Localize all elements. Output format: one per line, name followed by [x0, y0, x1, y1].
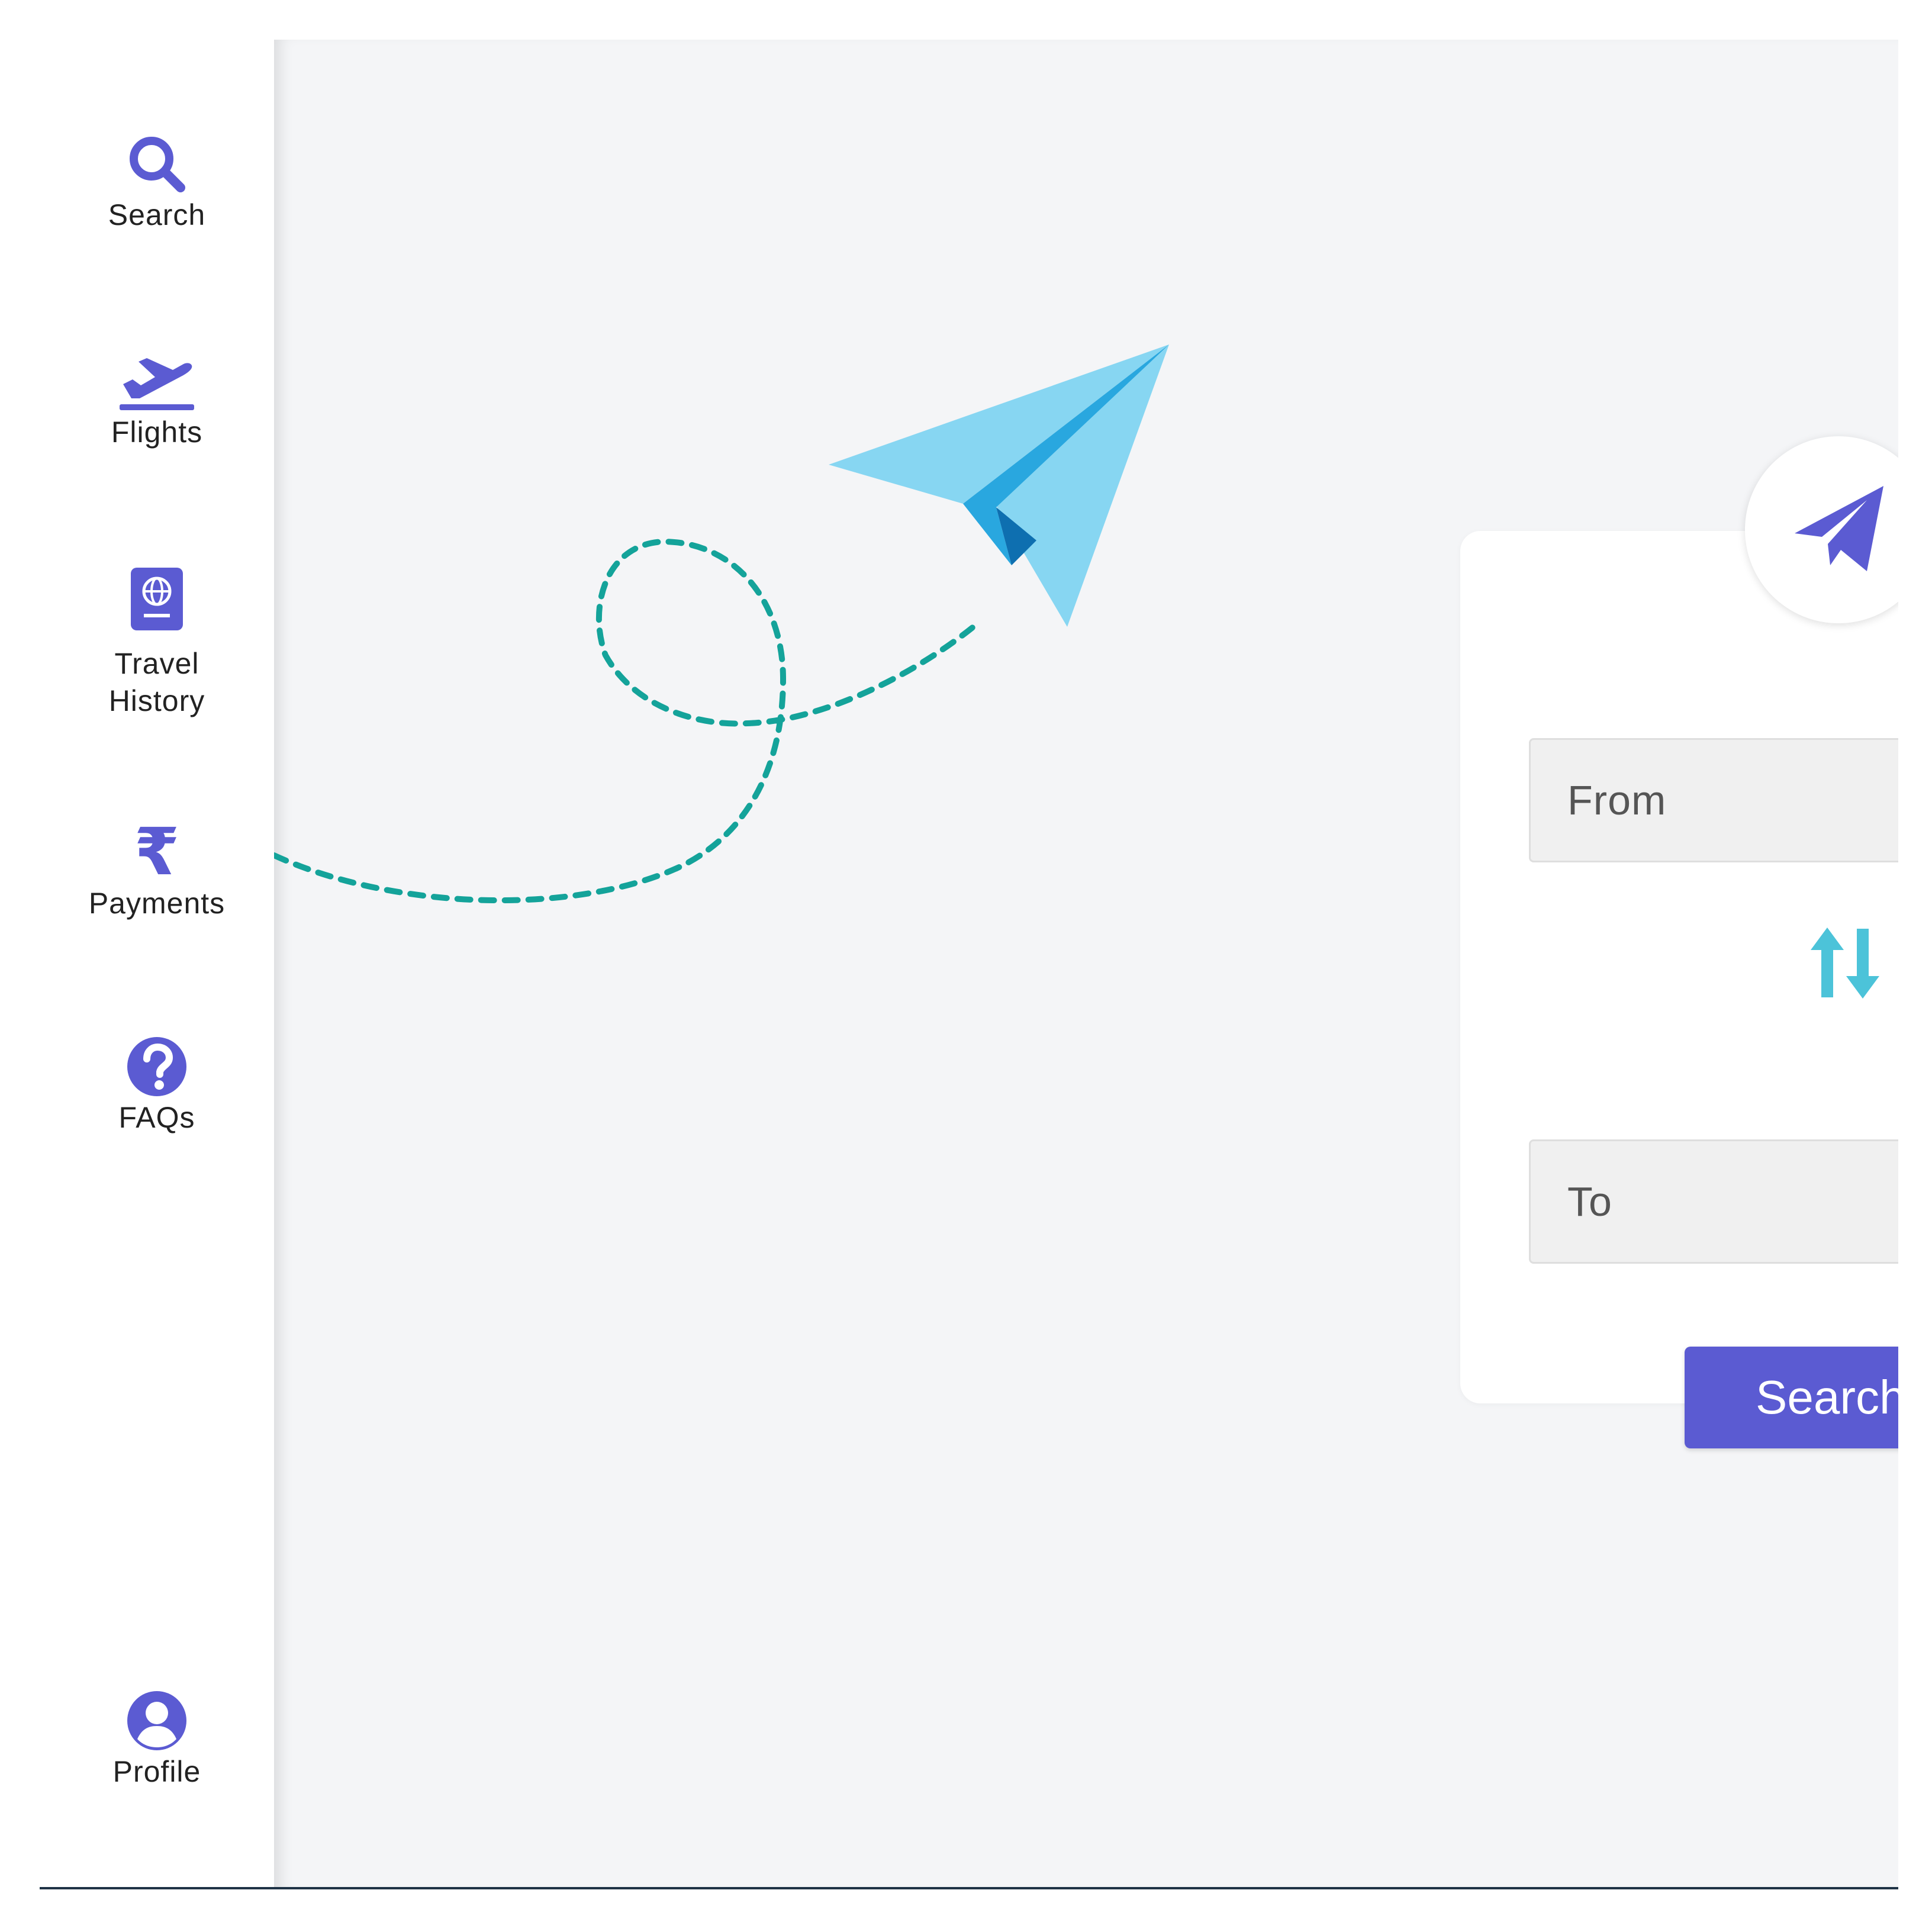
sidebar-item-label: Travel History — [108, 647, 205, 717]
paper-plane-illustration — [274, 344, 1169, 904]
sidebar-item-search[interactable]: Search — [40, 131, 274, 234]
user-circle-icon — [127, 1691, 186, 1750]
bottom-border — [40, 1887, 1898, 1889]
sidebar-item-payments[interactable]: ₹ Payments — [40, 820, 274, 922]
search-icon — [130, 137, 185, 192]
sidebar-item-label: Flights — [111, 416, 203, 449]
swap-vertical-icon — [1811, 928, 1879, 999]
sidebar-item-label: Payments — [88, 887, 226, 920]
search-button[interactable]: Search — [1685, 1347, 1898, 1448]
plane-departure-icon — [120, 358, 194, 410]
to-field-placeholder: To — [1567, 1178, 1612, 1225]
sidebar-item-label: FAQs — [118, 1101, 195, 1134]
svg-text:₹: ₹ — [134, 820, 180, 885]
rupee-icon: ₹ — [134, 820, 180, 885]
sidebar-item-profile[interactable]: Profile — [40, 1688, 274, 1791]
sidebar-item-faqs[interactable]: FAQs — [40, 1034, 274, 1136]
sidebar-item-travel-history[interactable]: Travel History — [40, 565, 274, 720]
sidebar-item-label: Search — [108, 198, 206, 231]
sidebar-item-label: Profile — [112, 1755, 201, 1788]
swap-button[interactable] — [1804, 922, 1886, 1007]
dotted-flight-path — [274, 538, 981, 904]
paper-plane-icon — [1795, 486, 1883, 571]
app-window: Search Flights Travel History ₹ Payments… — [40, 40, 1898, 1889]
passport-icon — [131, 568, 183, 630]
from-field-placeholder: From — [1567, 777, 1667, 823]
to-field[interactable]: To — [1529, 1139, 1898, 1264]
sidebar-item-flights[interactable]: Flights — [40, 349, 274, 451]
sidebar: Search Flights Travel History ₹ Payments… — [40, 40, 274, 1889]
question-circle-icon — [127, 1037, 186, 1096]
from-field[interactable]: From — [1529, 738, 1898, 862]
